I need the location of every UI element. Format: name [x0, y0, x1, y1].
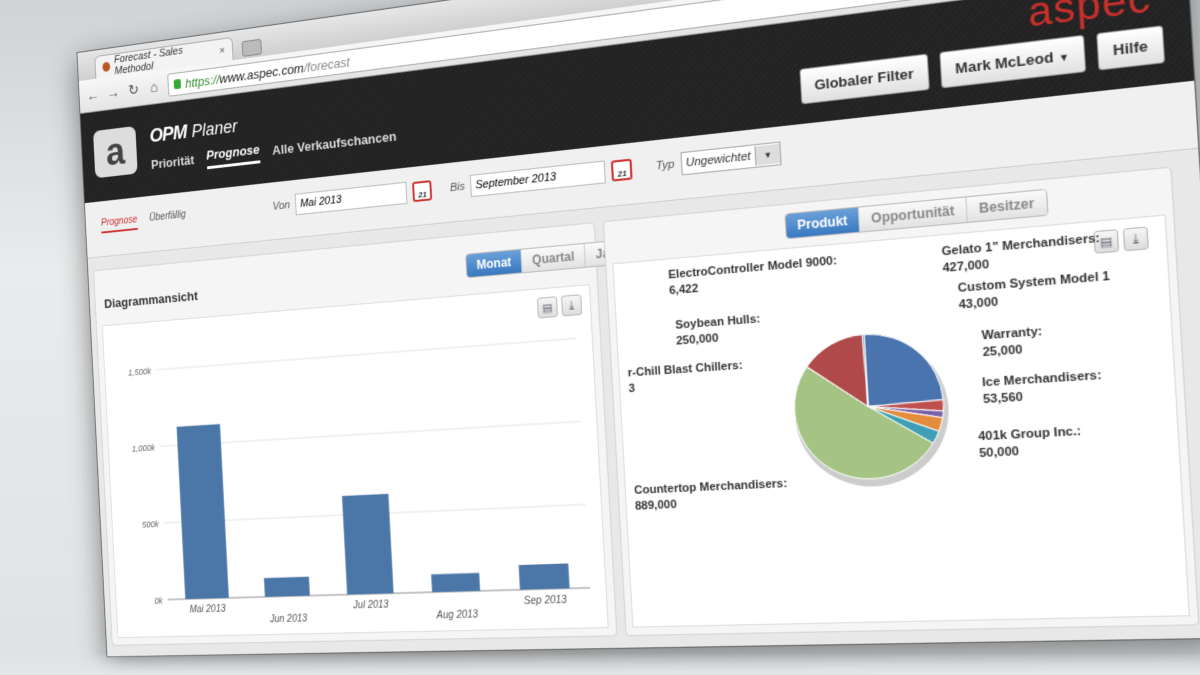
- type-select[interactable]: Ungewichtet ▼: [679, 141, 782, 176]
- grouping-opportunitaet[interactable]: Opportunität: [858, 197, 967, 232]
- pie-chart-box: ▤ ⤓ Gelato 1" Merchandisers: 427,000 Custo…: [612, 214, 1191, 628]
- nav-prioritaet[interactable]: Priorität: [151, 152, 195, 175]
- download-icon[interactable]: ⤓: [560, 294, 583, 317]
- from-field-group: Von 21: [272, 179, 433, 218]
- back-icon[interactable]: ←: [86, 86, 100, 104]
- product-brand: OPM Planer: [149, 115, 238, 148]
- forward-icon[interactable]: →: [106, 84, 120, 102]
- url-scheme: https://: [184, 71, 220, 91]
- user-name: Mark McLeod: [954, 48, 1055, 77]
- nav-alle-verkaufschancen[interactable]: Alle Verkaufschancen: [272, 129, 397, 162]
- chart-panel-title: Diagrammansicht: [103, 288, 199, 312]
- x-tick-label: Jun 2013: [269, 613, 308, 625]
- lock-icon: [173, 78, 182, 90]
- sub-tabs: Prognose Überfällig: [100, 209, 187, 234]
- reload-icon[interactable]: ↻: [126, 80, 140, 100]
- bar[interactable]: [176, 424, 229, 600]
- y-tick-label: 500k: [142, 519, 160, 529]
- product-name: Planer: [191, 116, 238, 142]
- bar[interactable]: [431, 572, 481, 593]
- close-icon[interactable]: ×: [219, 44, 225, 56]
- calendar-icon[interactable]: 21: [611, 158, 633, 182]
- x-tick-label: Sep 2013: [524, 594, 568, 607]
- pie-label: Warranty: 25,000: [981, 324, 1043, 362]
- tab-ueberfaellig[interactable]: Überfällig: [149, 209, 186, 228]
- pie-label: Soybean Hulls: 250,000: [675, 312, 762, 350]
- pie-label: Ice Merchandisers: 53,560: [982, 368, 1103, 409]
- calendar-icon[interactable]: 21: [412, 180, 433, 203]
- type-field-group: Typ Ungewichtet ▼: [655, 141, 782, 178]
- bar-chart-box: ▤ ⤓ 0k 500k 1,000k 1,500k Mai 2013 Jun 2013 Ju…: [101, 284, 609, 639]
- bar-chart: 0k 500k 1,000k 1,500k Mai 2013 Jun 2013 Jul 20…: [128, 285, 608, 625]
- to-field-group: Bis 21: [449, 157, 633, 199]
- chevron-down-icon: ▼: [1058, 51, 1070, 64]
- pie-panel: Produkt Opportunität Besitzer ▤ ⤓ Gelato…: [602, 166, 1200, 637]
- pie-actions: ▤ ⤓: [1093, 226, 1149, 254]
- x-tick-label: Aug 2013: [435, 609, 479, 621]
- nav-prognose[interactable]: Prognose: [205, 141, 261, 170]
- new-tab-button[interactable]: [241, 38, 263, 57]
- y-tick-label: 0k: [154, 596, 163, 606]
- to-label: Bis: [449, 180, 466, 195]
- y-tick-label: 1,500k: [128, 366, 152, 377]
- url-path: /forecast: [303, 53, 351, 75]
- bar[interactable]: [518, 563, 570, 590]
- y-tick-label: 1,000k: [132, 443, 156, 454]
- pie-label: 401k Group Inc.: 50,000: [978, 424, 1083, 463]
- grouping-besitzer[interactable]: Besitzer: [965, 189, 1047, 222]
- type-label: Typ: [655, 158, 675, 173]
- chart-panel: Diagrammansicht Monat Quartal Jahr ▤ ⤓ 0…: [93, 222, 634, 646]
- user-menu-button[interactable]: Mark McLeod ▼: [939, 34, 1087, 89]
- global-filter-button[interactable]: Globaler Filter: [799, 53, 930, 105]
- bar[interactable]: [342, 493, 394, 595]
- help-button[interactable]: Hilfe: [1095, 25, 1166, 71]
- tab-prognose[interactable]: Prognose: [100, 214, 138, 234]
- grid-line: [156, 338, 576, 369]
- to-date-input[interactable]: [470, 160, 607, 198]
- scene: Forecast - Sales Methodol × ← → ↻ ⌂ http…: [0, 0, 1200, 675]
- x-tick-label: Jul 2013: [352, 599, 389, 611]
- grouping-produkt[interactable]: Produkt: [785, 207, 860, 239]
- floor-shadow: [0, 653, 1200, 675]
- x-tick-label: Mai 2013: [189, 604, 226, 616]
- bar[interactable]: [263, 576, 310, 597]
- home-icon[interactable]: ⌂: [147, 78, 162, 96]
- from-label: Von: [272, 199, 291, 213]
- pie-label: Countertop Merchandisers: 889,000: [634, 476, 789, 515]
- download-icon[interactable]: ⤓: [1122, 226, 1149, 252]
- aspec-logo-icon: a: [93, 125, 138, 179]
- from-date-input[interactable]: [294, 181, 408, 216]
- favicon-icon: [102, 61, 111, 72]
- dropdown-arrow-icon[interactable]: ▼: [754, 143, 781, 166]
- browser-window: Forecast - Sales Methodol × ← → ↻ ⌂ http…: [76, 0, 1200, 658]
- print-icon[interactable]: ▤: [536, 296, 559, 319]
- url-host: www.aspec.com: [219, 60, 305, 86]
- grid-line: [160, 421, 581, 446]
- opm-logo: OPM: [149, 121, 187, 148]
- chart-actions: ▤ ⤓: [536, 294, 583, 319]
- type-value: Ungewichtet: [685, 150, 751, 170]
- pie-slice[interactable]: [864, 329, 944, 407]
- period-quartal[interactable]: Quartal: [520, 243, 586, 273]
- period-monat[interactable]: Monat: [466, 249, 522, 278]
